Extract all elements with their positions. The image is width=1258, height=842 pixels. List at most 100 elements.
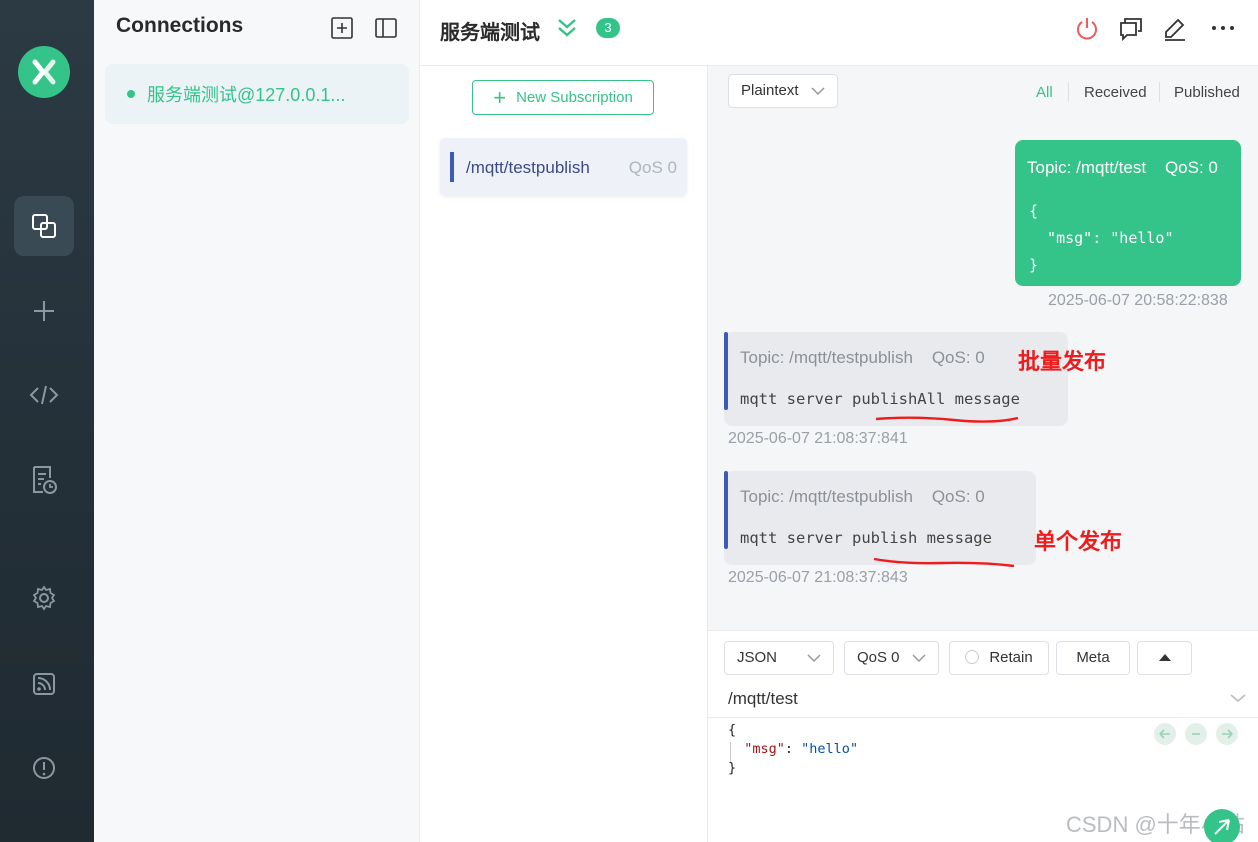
message-topic: Topic: /mqtt/test: [1027, 158, 1147, 177]
edit-connection-button[interactable]: [1162, 16, 1188, 42]
payload-line: {: [1029, 202, 1039, 220]
disconnect-button[interactable]: [1074, 16, 1100, 42]
collapse-toggle-button[interactable]: [556, 16, 578, 45]
payload-line: }: [1029, 256, 1039, 274]
composer-divider: [708, 717, 1258, 718]
payload-type-value: JSON: [737, 649, 778, 666]
filter-divider: [1159, 82, 1160, 102]
more-icon: [1212, 26, 1234, 30]
red-underline-mark: [875, 416, 1019, 423]
toggle-sidebar-button[interactable]: [374, 16, 398, 40]
message-payload: mqtt server publishAll message: [740, 390, 1020, 408]
code-icon: [29, 385, 59, 405]
gear-icon: [32, 585, 56, 611]
nav-feed-button[interactable]: [14, 654, 74, 714]
payload-value: "hello": [801, 741, 859, 757]
log-icon: [33, 466, 57, 494]
payload-colon: :: [784, 741, 802, 757]
message-qos: QoS: 0: [1164, 158, 1218, 177]
message-topic-line: Topic: /mqtt/test QoS: 0: [1027, 158, 1218, 178]
double-chevron-down-icon: [558, 19, 576, 37]
annotation-label: 单个发布: [1034, 529, 1123, 554]
connections-panel: Connections 服务端测试@127.0.0.1...: [94, 0, 420, 842]
message-composer: JSON QoS 0 Retain Meta /mqtt/test { "msg…: [708, 630, 1258, 842]
qos-select[interactable]: QoS 0: [844, 641, 939, 675]
caret-up-icon: [1158, 654, 1171, 661]
subscription-item[interactable]: /mqtt/testpublish QoS 0: [440, 138, 687, 196]
messages-panel: Plaintext All Received Published Topic: …: [708, 66, 1258, 630]
publish-topic-input[interactable]: /mqtt/test: [728, 689, 798, 709]
connection-item[interactable]: 服务端测试@127.0.0.1...: [105, 64, 409, 124]
connections-icon: [32, 214, 56, 238]
subscription-color-bar: [450, 152, 454, 182]
message-qos: QoS: 0: [931, 348, 985, 367]
published-message-bubble[interactable]: Topic: /mqtt/test QoS: 0 { "msg": "hello…: [1015, 140, 1241, 286]
connection-header: 服务端测试 3: [420, 0, 1258, 66]
meta-button[interactable]: Meta: [1056, 641, 1130, 675]
qos-value: QoS 0: [857, 649, 900, 666]
chevron-down-icon: [811, 87, 825, 96]
chat-icon: [1120, 18, 1142, 42]
arrow-right-icon: [1222, 729, 1233, 739]
filter-received-tab[interactable]: Received: [1084, 84, 1147, 101]
nav-log-button[interactable]: [14, 450, 74, 510]
chevron-down-icon[interactable]: [1230, 693, 1246, 703]
payload-kv-line: "msg": "hello": [728, 740, 858, 759]
message-timestamp: 2025-06-07 20:58:22:838: [1048, 292, 1228, 309]
minus-icon: [1192, 733, 1200, 735]
send-button[interactable]: [1204, 809, 1240, 842]
topic-color-bar: [724, 332, 728, 410]
nav-connections-button[interactable]: [14, 196, 74, 256]
nav-script-button[interactable]: [14, 365, 74, 425]
toggle-chat-view-button[interactable]: [1118, 16, 1144, 42]
payload-format-select[interactable]: Plaintext: [728, 74, 838, 108]
red-underline-mark: [873, 557, 1015, 568]
message-payload: { "msg": "hello"}: [1029, 198, 1174, 279]
add-box-icon: [331, 17, 353, 39]
message-qos: QoS: 0: [931, 487, 985, 506]
connection-title: 服务端测试: [440, 22, 540, 44]
nav-about-button[interactable]: [14, 738, 74, 798]
mqttx-logo-icon: [18, 46, 70, 98]
chevron-down-icon: [807, 654, 821, 663]
expand-composer-button[interactable]: [1137, 641, 1192, 675]
history-reset-button[interactable]: [1185, 723, 1207, 745]
message-topic-line: Topic: /mqtt/testpublish QoS: 0: [740, 348, 985, 368]
arrow-left-icon: [1159, 729, 1170, 739]
annotation-label: 批量发布: [1018, 349, 1107, 374]
plus-icon: [34, 301, 54, 321]
chevron-down-icon: [912, 654, 926, 663]
radio-icon: [965, 650, 980, 664]
filter-divider: [1068, 82, 1069, 102]
payload-open-brace: {: [728, 722, 737, 738]
connected-status-dot: [127, 90, 135, 98]
nav-new-connection-button[interactable]: [14, 281, 74, 341]
filter-all-tab[interactable]: All: [1036, 84, 1053, 101]
message-timestamp: 2025-06-07 21:08:37:843: [728, 569, 908, 586]
retain-toggle[interactable]: Retain: [949, 641, 1049, 675]
message-payload: mqtt server publish message: [740, 529, 992, 547]
new-connection-button[interactable]: [330, 16, 354, 40]
message-topic-line: Topic: /mqtt/testpublish QoS: 0: [740, 487, 985, 507]
payload-format-value: Plaintext: [741, 82, 799, 99]
retain-label: Retain: [989, 649, 1033, 666]
nav-settings-button[interactable]: [14, 568, 74, 628]
more-options-button[interactable]: [1210, 16, 1236, 42]
subscription-topic: /mqtt/testpublish: [466, 158, 590, 177]
power-icon: [1077, 18, 1097, 40]
received-message-bubble[interactable]: Topic: /mqtt/testpublish QoS: 0 mqtt ser…: [724, 332, 1068, 426]
history-prev-button[interactable]: [1154, 723, 1176, 745]
plus-icon: +: [493, 84, 507, 110]
feed-icon: [33, 673, 55, 695]
connections-title: Connections: [116, 14, 244, 37]
message-timestamp: 2025-06-07 21:08:37:841: [728, 430, 908, 447]
payload-editor[interactable]: { "msg": "hello"}: [728, 721, 858, 778]
new-subscription-label: New Subscription: [516, 89, 633, 106]
new-subscription-button[interactable]: + New Subscription: [472, 80, 654, 115]
filter-published-tab[interactable]: Published: [1174, 84, 1240, 101]
history-next-button[interactable]: [1216, 723, 1238, 745]
received-message-bubble[interactable]: Topic: /mqtt/testpublish QoS: 0 mqtt ser…: [724, 471, 1036, 565]
edit-icon: [1165, 18, 1185, 41]
payload-type-select[interactable]: JSON: [724, 641, 834, 675]
payload-close-brace: }: [728, 760, 737, 776]
